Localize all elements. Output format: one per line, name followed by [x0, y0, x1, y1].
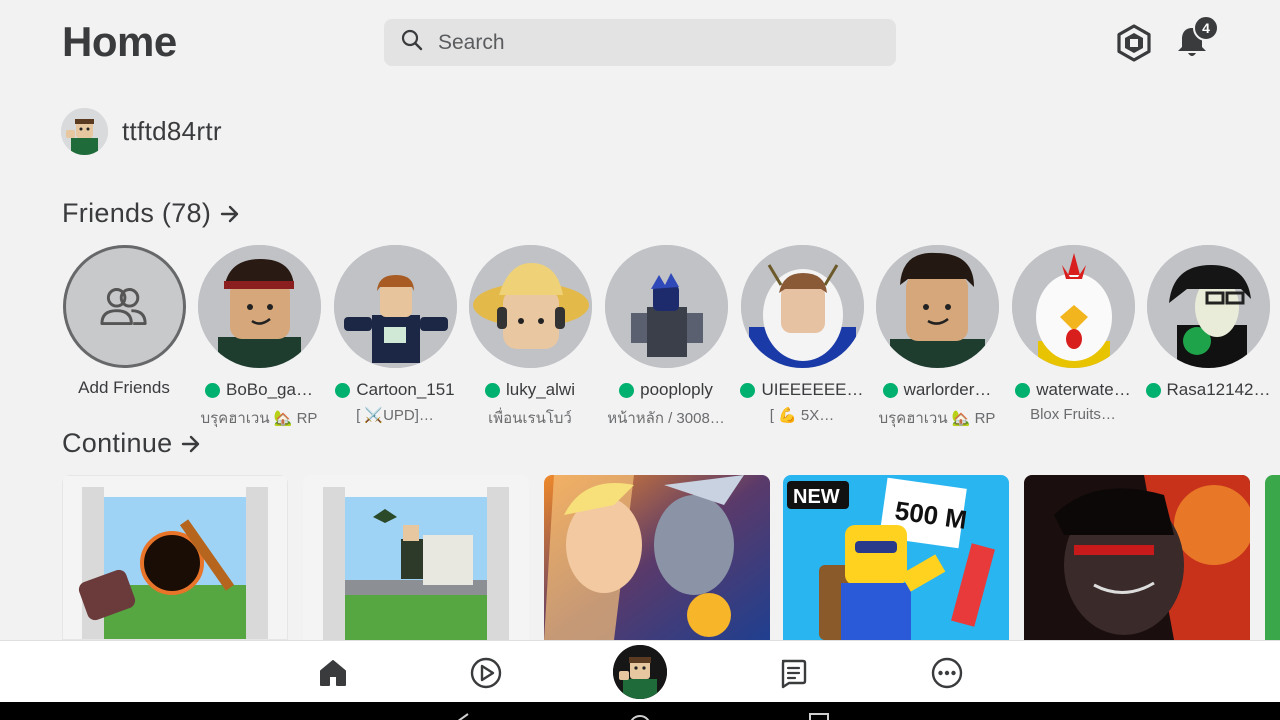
friends-section-title[interactable]: Friends (78)	[62, 198, 241, 229]
play-icon[interactable]	[468, 655, 504, 691]
online-status-icon	[882, 382, 898, 398]
system-home-icon	[630, 715, 650, 720]
game-thumbnail: 500 M NEW	[783, 475, 1009, 640]
notification-badge: 4	[1193, 15, 1219, 41]
friend-avatar	[604, 245, 728, 368]
search-input[interactable]	[438, 30, 858, 55]
friend-status: บรุคฮาเวน 🏡 RP	[878, 410, 996, 427]
online-status-icon	[619, 382, 635, 398]
page-title: Home	[62, 18, 177, 65]
game-tile[interactable]	[544, 475, 770, 640]
game-thumbnail	[544, 475, 770, 640]
profile-username: ttftd84rtr	[122, 116, 222, 146]
game-tile[interactable]	[1265, 475, 1280, 640]
friend-name: pooploply	[640, 380, 713, 399]
friend-item[interactable]: warlorder… บรุคฮาเวน 🏡 RP	[875, 245, 999, 430]
arrow-right-icon	[220, 205, 239, 222]
avatar	[61, 108, 108, 155]
friend-item[interactable]: waterwate… Blox Fruits…	[1011, 245, 1135, 423]
friend-status: เพื่อนเรนโบว์	[488, 410, 572, 427]
game-tile[interactable]: 500 M NEW	[783, 475, 1009, 640]
friend-name: luky_alwi	[506, 380, 575, 399]
friend-name: UIEEEEEE…	[761, 380, 864, 399]
continue-section-title[interactable]: Continue	[62, 428, 202, 459]
game-thumbnail	[1024, 475, 1250, 640]
friend-item[interactable]: Cartoon_151 [ ⚔️UPD]…	[333, 245, 457, 424]
game-tile[interactable]	[62, 475, 288, 640]
friend-avatar	[197, 245, 321, 368]
friends-title-label: Friends (78)	[62, 198, 212, 228]
friend-status: บรุคฮาเวน 🏡 RP	[200, 410, 318, 427]
home-icon[interactable]	[315, 655, 351, 691]
game-thumbnail	[303, 475, 529, 640]
search-bar[interactable]	[384, 19, 896, 66]
system-recents-icon	[809, 713, 829, 720]
online-status-icon	[205, 382, 221, 398]
friend-name: Rasa12142…	[1166, 380, 1271, 399]
system-navigation-bar	[0, 702, 1280, 720]
friend-item[interactable]: BoBo_ga… บรุคฮาเวน 🏡 RP	[197, 245, 321, 430]
friend-item[interactable]: pooploply หน้าหลัก / 3008…	[604, 245, 728, 430]
search-icon	[400, 28, 424, 57]
chat-icon[interactable]	[775, 655, 811, 691]
game-thumbnail	[62, 475, 288, 640]
friend-avatar	[875, 245, 999, 368]
online-status-icon	[335, 382, 351, 398]
friend-status: หน้าหลัก / 3008…	[607, 410, 725, 427]
friend-name: waterwate…	[1036, 380, 1131, 399]
add-friends-label: Add Friends	[78, 378, 170, 397]
friend-avatar	[740, 245, 864, 368]
continue-title-label: Continue	[62, 428, 173, 458]
friend-status: Blox Fruits…	[1030, 406, 1116, 423]
online-status-icon	[740, 382, 756, 398]
game-tile[interactable]	[1024, 475, 1250, 640]
friend-name: BoBo_ga…	[226, 380, 313, 399]
friend-avatar	[468, 245, 592, 368]
game-tile[interactable]	[303, 475, 529, 640]
friend-avatar	[1146, 245, 1270, 368]
online-status-icon	[1015, 382, 1031, 398]
avatar[interactable]	[613, 645, 667, 699]
friend-item[interactable]: luky_alwi เพื่อนเรนโบว์	[468, 245, 592, 430]
friend-item[interactable]: Rasa12142…	[1145, 245, 1271, 406]
profile-link[interactable]: ttftd84rtr	[61, 108, 222, 155]
friends-carousel: Add Friends BoBo_ga… บรุคฮาเวน 🏡 RP Cart…	[62, 245, 1280, 427]
game-badge: NEW	[793, 486, 840, 508]
online-status-icon	[1145, 382, 1161, 398]
robux-icon[interactable]	[1116, 24, 1152, 62]
system-back-icon	[457, 713, 469, 720]
online-status-icon	[485, 382, 500, 398]
arrow-right-icon	[182, 435, 200, 452]
bottom-navigation	[0, 640, 1280, 702]
more-icon[interactable]	[929, 655, 965, 691]
game-thumbnail	[1265, 475, 1280, 640]
add-friends-button[interactable]: Add Friends	[62, 245, 186, 398]
friend-status: [ 💪 5X…	[769, 407, 835, 424]
friend-name: Cartoon_151	[356, 380, 455, 399]
friend-avatar	[1011, 245, 1135, 368]
add-friends-icon	[62, 245, 186, 368]
friend-avatar	[333, 245, 457, 368]
friend-status: [ ⚔️UPD]…	[356, 407, 434, 424]
friend-name: warlorder…	[903, 380, 992, 399]
continue-games-carousel: 500 M NEW	[62, 475, 1280, 640]
friend-item[interactable]: UIEEEEEE… [ 💪 5X…	[740, 245, 864, 424]
